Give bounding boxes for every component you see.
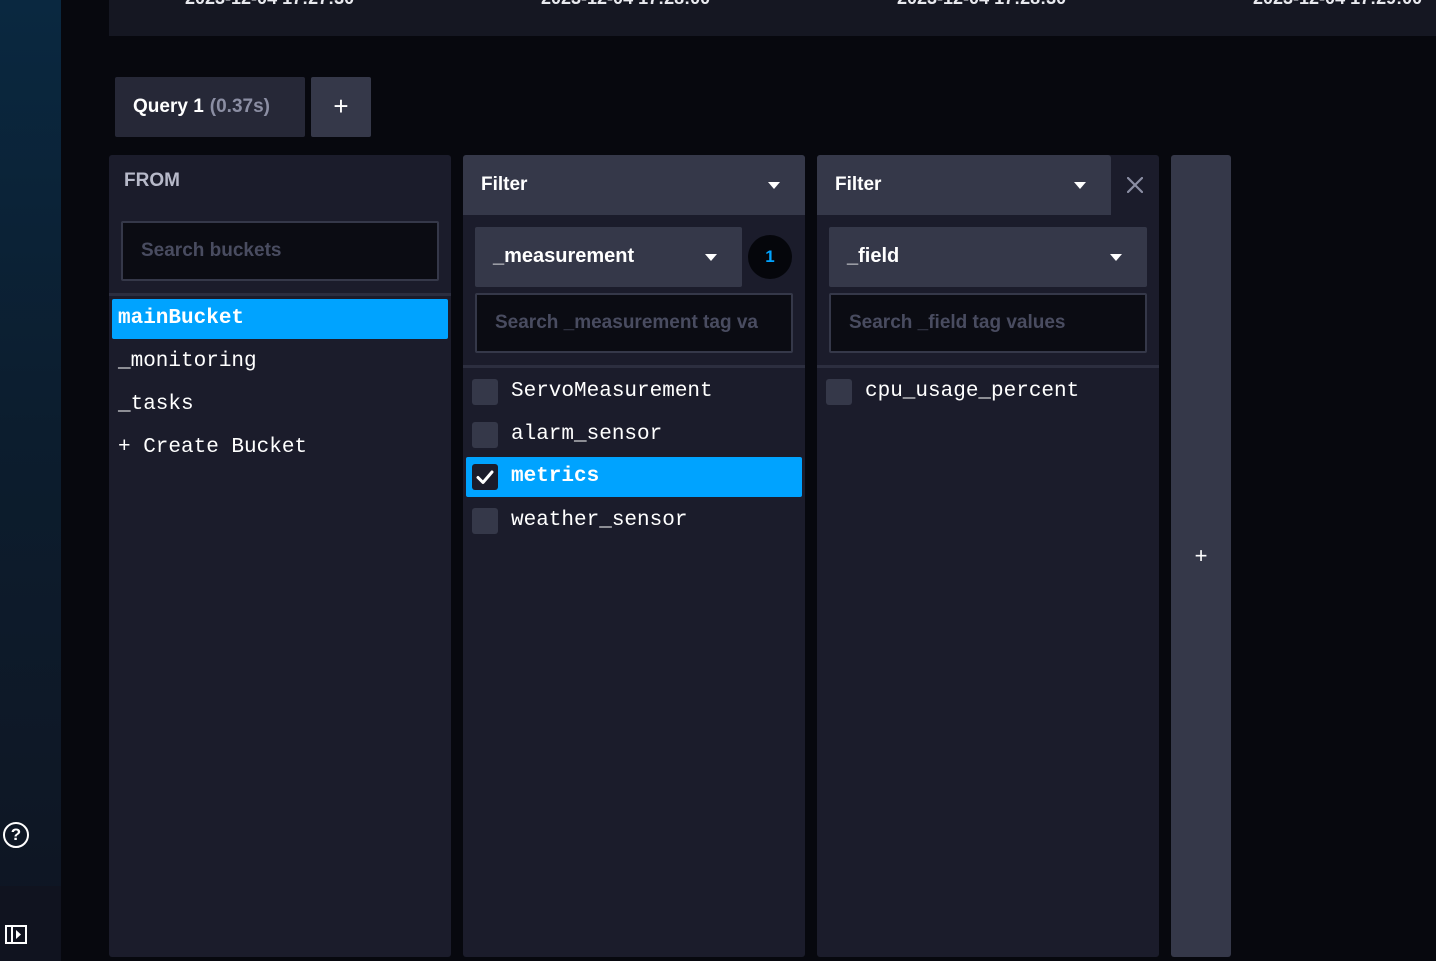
tag-key-dropdown[interactable]: _measurement [475,227,742,287]
checkmark-icon [476,470,494,484]
tag-key-dropdown[interactable]: _field [829,227,1147,287]
tag-key-label: _measurement [493,245,635,267]
filter-title: Filter [481,174,528,195]
query-tab[interactable]: Query 1 (0.37s) [115,77,305,137]
add-filter-button[interactable]: + [1171,155,1231,957]
create-bucket-button[interactable]: + Create Bucket [112,428,448,468]
left-nav: ? [0,0,61,961]
search-tag-values-input[interactable] [829,293,1147,353]
checkbox[interactable] [472,422,498,448]
time-axis-label: 2023-12-04 17:28:30 [897,0,1066,9]
bucket-item[interactable]: _monitoring [112,342,448,382]
caret-down-icon [705,254,717,261]
query-tab-name: Query 1 [133,96,204,117]
checkbox[interactable] [472,464,498,490]
filter-function-dropdown[interactable]: Filter [463,155,805,215]
close-icon[interactable] [1127,177,1143,193]
caret-down-icon [1110,254,1122,261]
graph-time-axis: 2023-12-04 17:27:30 2023-12-04 17:28:00 … [109,0,1436,36]
tag-value-label: weather_sensor [511,509,688,532]
caret-down-icon [768,182,780,189]
help-icon[interactable]: ? [3,822,29,848]
tag-value-item[interactable]: metrics [466,457,802,497]
filter-title: Filter [835,174,882,195]
nav-footer [0,886,61,961]
divider [463,365,805,368]
checkbox[interactable] [472,508,498,534]
checkbox[interactable] [472,379,498,405]
search-tag-values-input[interactable] [475,293,793,353]
from-title: FROM [124,170,180,191]
tag-value-label: alarm_sensor [511,423,663,446]
time-axis-label: 2023-12-04 17:29:00 [1253,0,1422,9]
from-card: FROM mainBucket _monitoring _tasks + Cre… [109,155,451,957]
tag-key-label: _field [847,245,900,267]
divider [817,365,1159,368]
tag-value-label: metrics [511,465,600,488]
selected-count-badge: 1 [748,235,792,279]
tag-value-item[interactable]: cpu_usage_percent [820,372,1156,412]
checkbox[interactable] [826,379,852,405]
bucket-item[interactable]: _tasks [112,385,448,425]
time-axis-label: 2023-12-04 17:27:30 [185,0,354,9]
filter-card-measurement: Filter _measurement 1 ServoMeasurement a… [463,155,805,957]
caret-down-icon [1074,182,1086,189]
tag-value-item[interactable]: alarm_sensor [466,415,802,455]
filter-card-field: Filter _field cpu_usage_percent [817,155,1159,957]
filter-function-dropdown[interactable]: Filter [817,155,1111,215]
tag-value-item[interactable]: ServoMeasurement [466,372,802,412]
search-buckets-input[interactable] [121,221,439,281]
time-axis-label: 2023-12-04 17:28:00 [541,0,710,9]
bucket-item[interactable]: mainBucket [112,299,448,339]
tag-value-item[interactable]: weather_sensor [466,501,802,541]
data-explorer: ? 2023-12-04 17:27:30 2023-12-04 17:28:0… [0,0,1436,961]
expand-nav-icon[interactable] [5,925,27,944]
add-query-button[interactable]: + [311,77,371,137]
tag-value-label: ServoMeasurement [511,380,713,403]
divider [109,293,451,296]
query-tab-duration: (0.37s) [209,96,270,117]
tag-value-label: cpu_usage_percent [865,380,1080,403]
